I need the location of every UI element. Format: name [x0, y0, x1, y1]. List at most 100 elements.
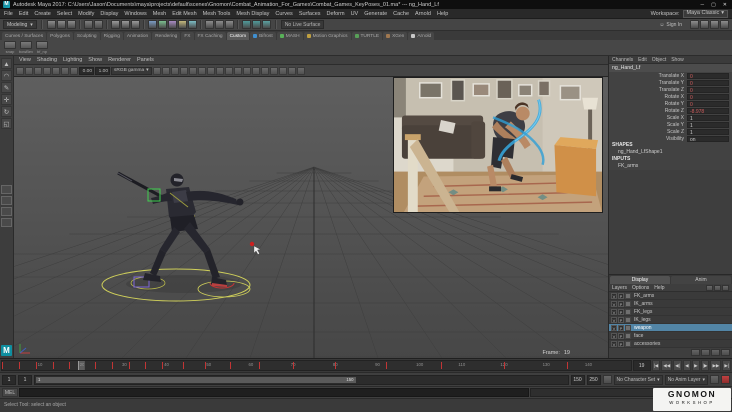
- select-hierarchy-icon[interactable]: [110, 20, 120, 29]
- animation-start-field[interactable]: 1: [2, 374, 16, 385]
- exposure-field[interactable]: 0.00: [79, 66, 94, 75]
- layer-menu-options[interactable]: Options: [632, 285, 649, 291]
- layer-color-swatch[interactable]: [625, 300, 631, 307]
- channel-value[interactable]: 1: [687, 114, 729, 122]
- lights-icon[interactable]: [242, 66, 251, 75]
- panel-menu-lighting[interactable]: Lighting: [63, 57, 82, 63]
- anim-layer-dropdown[interactable]: No Anim Layer ▾: [664, 374, 708, 385]
- paint-select-tool-icon[interactable]: ✎: [1, 82, 12, 93]
- shelf-tab-mash[interactable]: MASH: [276, 32, 303, 40]
- safe-action-icon[interactable]: [197, 66, 206, 75]
- live-surface-field[interactable]: No Live Surface: [280, 20, 325, 29]
- panel-menu-view[interactable]: View: [19, 57, 31, 63]
- layer-from-selected-button[interactable]: [714, 284, 721, 291]
- menu-set-dropdown[interactable]: Modeling ▾: [3, 20, 37, 29]
- viewport[interactable]: Frame: 19: [14, 77, 608, 358]
- menu-generate[interactable]: Generate: [364, 11, 387, 17]
- menu-surfaces[interactable]: Surfaces: [299, 11, 321, 17]
- select-object-icon[interactable]: [120, 20, 130, 29]
- channel-row-visibility[interactable]: Visibility on: [609, 135, 732, 143]
- channel-value[interactable]: 0: [687, 79, 729, 87]
- current-frame-field[interactable]: 19: [632, 360, 651, 371]
- snap-to-point-icon[interactable]: [167, 20, 177, 29]
- channel-row-scale-x[interactable]: Scale X1: [609, 114, 732, 122]
- menu-arnold[interactable]: Arnold: [415, 11, 431, 17]
- minimize-button[interactable]: ─: [701, 2, 705, 8]
- menu-mesh-display[interactable]: Mesh Display: [236, 11, 269, 17]
- menu-edit[interactable]: Edit: [19, 11, 28, 17]
- bookmarks-icon[interactable]: [43, 66, 51, 75]
- layer-color-swatch[interactable]: [625, 332, 631, 339]
- layer-playback-toggle[interactable]: P: [618, 300, 624, 307]
- new-scene-icon[interactable]: [46, 20, 56, 29]
- layout-single-pane-button[interactable]: [1, 185, 12, 194]
- shelf-item-snap[interactable]: snap: [3, 41, 17, 54]
- layer-visibility-toggle[interactable]: V: [611, 324, 617, 331]
- textured-icon[interactable]: [233, 66, 242, 75]
- menu-modify[interactable]: Modify: [78, 11, 94, 17]
- layer-color-swatch[interactable]: [625, 292, 631, 299]
- layer-menu-help[interactable]: Help: [654, 285, 664, 291]
- image-plane-icon[interactable]: [52, 66, 60, 75]
- channel-box-icon[interactable]: [720, 20, 729, 29]
- time-slider-track[interactable]: 102030405060708090100110120130140: [1, 360, 632, 371]
- grease-pencil-icon[interactable]: [70, 66, 78, 75]
- safe-title-icon[interactable]: [206, 66, 215, 75]
- layer-visibility-toggle[interactable]: V: [611, 332, 617, 339]
- shape-node-name[interactable]: ng_Hand_LfShape1: [609, 149, 732, 156]
- channel-value[interactable]: -8.978: [687, 107, 729, 115]
- new-display-layer-button[interactable]: [711, 349, 720, 356]
- ipr-render-icon[interactable]: [251, 20, 261, 29]
- step-forward-frame-button[interactable]: |▶: [700, 360, 710, 371]
- shelf-tab-animation[interactable]: Animation: [123, 32, 152, 40]
- menu-file[interactable]: File: [4, 11, 13, 17]
- shelf-tab-rigging[interactable]: Rigging: [100, 32, 123, 40]
- snap-to-plane-icon[interactable]: [177, 20, 187, 29]
- layer-visibility-toggle[interactable]: V: [611, 308, 617, 315]
- channel-value[interactable]: 1: [687, 128, 729, 136]
- delete-layer-button[interactable]: [721, 349, 730, 356]
- isolate-select-icon[interactable]: [296, 66, 305, 75]
- render-current-frame-icon[interactable]: [241, 20, 251, 29]
- menu-uv[interactable]: UV: [351, 11, 359, 17]
- motion-blur-icon[interactable]: [269, 66, 278, 75]
- playback-start-field[interactable]: 1: [18, 374, 32, 385]
- layer-playback-toggle[interactable]: P: [618, 332, 624, 339]
- save-scene-icon[interactable]: [66, 20, 76, 29]
- menu-cache[interactable]: Cache: [393, 11, 409, 17]
- input-node-name[interactable]: FK_arms: [609, 163, 732, 170]
- channel-box-menu-channels[interactable]: Channels: [612, 57, 633, 63]
- 2d-pan-zoom-icon[interactable]: [61, 66, 69, 75]
- go-to-start-button[interactable]: |◀: [651, 360, 661, 371]
- shelf-tab-turtle[interactable]: TURTLE: [351, 32, 383, 40]
- channel-value[interactable]: 0: [687, 72, 729, 80]
- shaded-icon[interactable]: [224, 66, 233, 75]
- layer-visibility-toggle[interactable]: V: [611, 340, 617, 347]
- layer-row-accessories[interactable]: V Paccessories: [609, 340, 732, 348]
- channel-box-menu-object[interactable]: Object: [652, 57, 666, 63]
- command-input[interactable]: [19, 388, 529, 397]
- render-settings-icon[interactable]: [261, 20, 271, 29]
- grid-icon[interactable]: [152, 66, 161, 75]
- channel-value[interactable]: 0: [687, 100, 729, 108]
- animation-end-field[interactable]: 250: [586, 374, 601, 385]
- menu-windows[interactable]: Windows: [124, 11, 146, 17]
- character-mesh[interactable]: [117, 171, 244, 287]
- layer-visibility-toggle[interactable]: V: [611, 316, 617, 323]
- current-time-marker[interactable]: [77, 361, 85, 370]
- field-chart-icon[interactable]: [188, 66, 197, 75]
- layer-playback-toggle[interactable]: P: [618, 324, 624, 331]
- playback-end-field[interactable]: 150: [570, 374, 585, 385]
- animation-preferences-button[interactable]: [710, 375, 719, 384]
- select-component-icon[interactable]: [130, 20, 140, 29]
- shelf-item-bf-np[interactable]: bf_np: [35, 41, 49, 54]
- wireframe-icon[interactable]: [215, 66, 224, 75]
- gate-mask-icon[interactable]: [179, 66, 188, 75]
- snap-to-curve-icon[interactable]: [157, 20, 167, 29]
- scale-tool-icon[interactable]: ◱: [1, 118, 12, 129]
- rotate-tool-icon[interactable]: ↻: [1, 106, 12, 117]
- channel-box-menu-edit[interactable]: Edit: [638, 57, 647, 63]
- play-backwards-button[interactable]: ◀: [682, 360, 691, 371]
- shelf-tab-curves-surfaces[interactable]: Curves / Surfaces: [2, 32, 47, 40]
- layout-persp-outliner-button[interactable]: [1, 207, 12, 216]
